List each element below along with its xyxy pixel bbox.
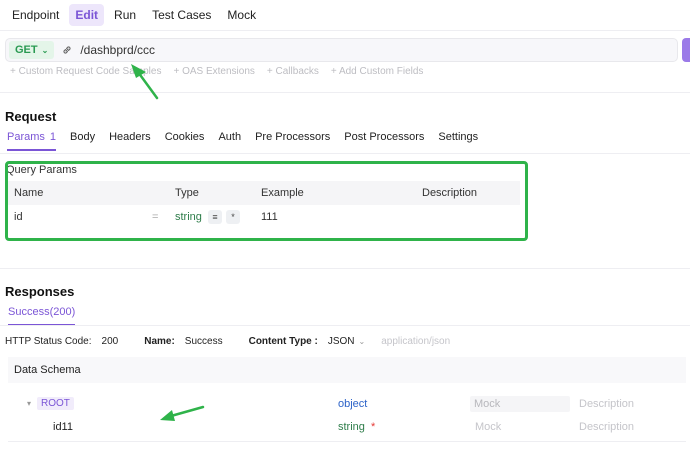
extensions-row: + Custom Request Code Samples + OAS Exte… — [10, 66, 423, 77]
schema-row-root: ▾ ROOT object Mock Description — [8, 394, 686, 416]
root-mock-input[interactable]: Mock — [470, 396, 570, 412]
name-label: Name: — [144, 336, 175, 347]
tab-test-cases[interactable]: Test Cases — [146, 4, 217, 26]
tab-params-label: Params — [7, 131, 45, 143]
content-type-select[interactable]: JSON — [328, 336, 355, 347]
url-path-input[interactable]: /dashbprd/ccc — [80, 43, 155, 57]
tab-cookies[interactable]: Cookies — [165, 131, 205, 151]
tab-mock[interactable]: Mock — [221, 4, 262, 26]
callbacks-link[interactable]: + Callbacks — [267, 66, 319, 77]
method-select[interactable]: GET ⌄ — [9, 41, 55, 59]
annotation-box — [5, 161, 528, 241]
tab-pre-processors[interactable]: Pre Processors — [255, 131, 330, 151]
tab-settings[interactable]: Settings — [438, 131, 478, 151]
tab-params[interactable]: Params 1 — [7, 131, 57, 151]
tab-body[interactable]: Body — [70, 131, 95, 151]
tab-post-processors[interactable]: Post Processors — [344, 131, 424, 151]
tab-run[interactable]: Run — [108, 4, 142, 26]
add-custom-fields-link[interactable]: + Add Custom Fields — [331, 66, 424, 77]
top-divider — [0, 30, 690, 31]
tab-auth[interactable]: Auth — [218, 131, 241, 151]
response-meta-row: HTTP Status Code: 200 Name: Success Cont… — [5, 336, 450, 347]
method-label: GET — [15, 44, 38, 56]
data-schema-header: Data Schema — [8, 357, 686, 383]
root-description-input[interactable]: Description — [579, 398, 634, 410]
request-end-divider — [0, 268, 690, 269]
chevron-down-icon: ⌄ — [41, 45, 49, 55]
responses-title: Responses — [5, 284, 75, 299]
tab-endpoint[interactable]: Endpoint — [6, 4, 65, 26]
request-title: Request — [5, 109, 57, 124]
send-button[interactable] — [682, 38, 690, 62]
content-type-mime[interactable]: application/json — [381, 336, 450, 347]
tab-edit[interactable]: Edit — [69, 4, 105, 26]
custom-request-code-link[interactable]: + Custom Request Code Samples — [10, 66, 161, 77]
http-status-input[interactable]: 200 — [102, 336, 119, 347]
tab-headers[interactable]: Headers — [109, 131, 151, 151]
root-type-select[interactable]: object — [338, 398, 367, 410]
field-mock-input[interactable]: Mock — [475, 421, 501, 433]
responses-tabs-divider — [0, 325, 690, 326]
http-status-label: HTTP Status Code: — [5, 336, 92, 347]
required-marker: * — [371, 421, 376, 433]
content-type-label: Content Type : — [248, 336, 318, 347]
tab-success-200[interactable]: Success(200) — [8, 306, 76, 326]
oas-extensions-link[interactable]: + OAS Extensions — [173, 66, 254, 77]
field-description-input[interactable]: Description — [579, 421, 634, 433]
field-name-input[interactable]: id11 — [53, 421, 73, 433]
ext-divider — [0, 92, 690, 93]
schema-row-field: id11 string * Mock Description — [8, 417, 686, 439]
response-name-input[interactable]: Success — [185, 336, 223, 347]
field-type-select[interactable]: string — [338, 421, 365, 433]
link-icon[interactable] — [60, 43, 74, 57]
params-count-badge: 1 — [49, 131, 57, 143]
chevron-down-icon: ⌄ — [358, 337, 366, 346]
request-tabs: Params 1 Body Headers Cookies Auth Pre Pr… — [7, 131, 478, 151]
request-tabs-divider — [0, 153, 690, 154]
url-bar[interactable]: GET ⌄ /dashbprd/ccc — [5, 38, 678, 62]
collapse-icon[interactable]: ▾ — [27, 399, 31, 408]
root-node-tag: ROOT — [37, 397, 74, 410]
top-tabs: Endpoint Edit Run Test Cases Mock — [0, 0, 266, 30]
schema-bottom-divider — [8, 441, 686, 442]
